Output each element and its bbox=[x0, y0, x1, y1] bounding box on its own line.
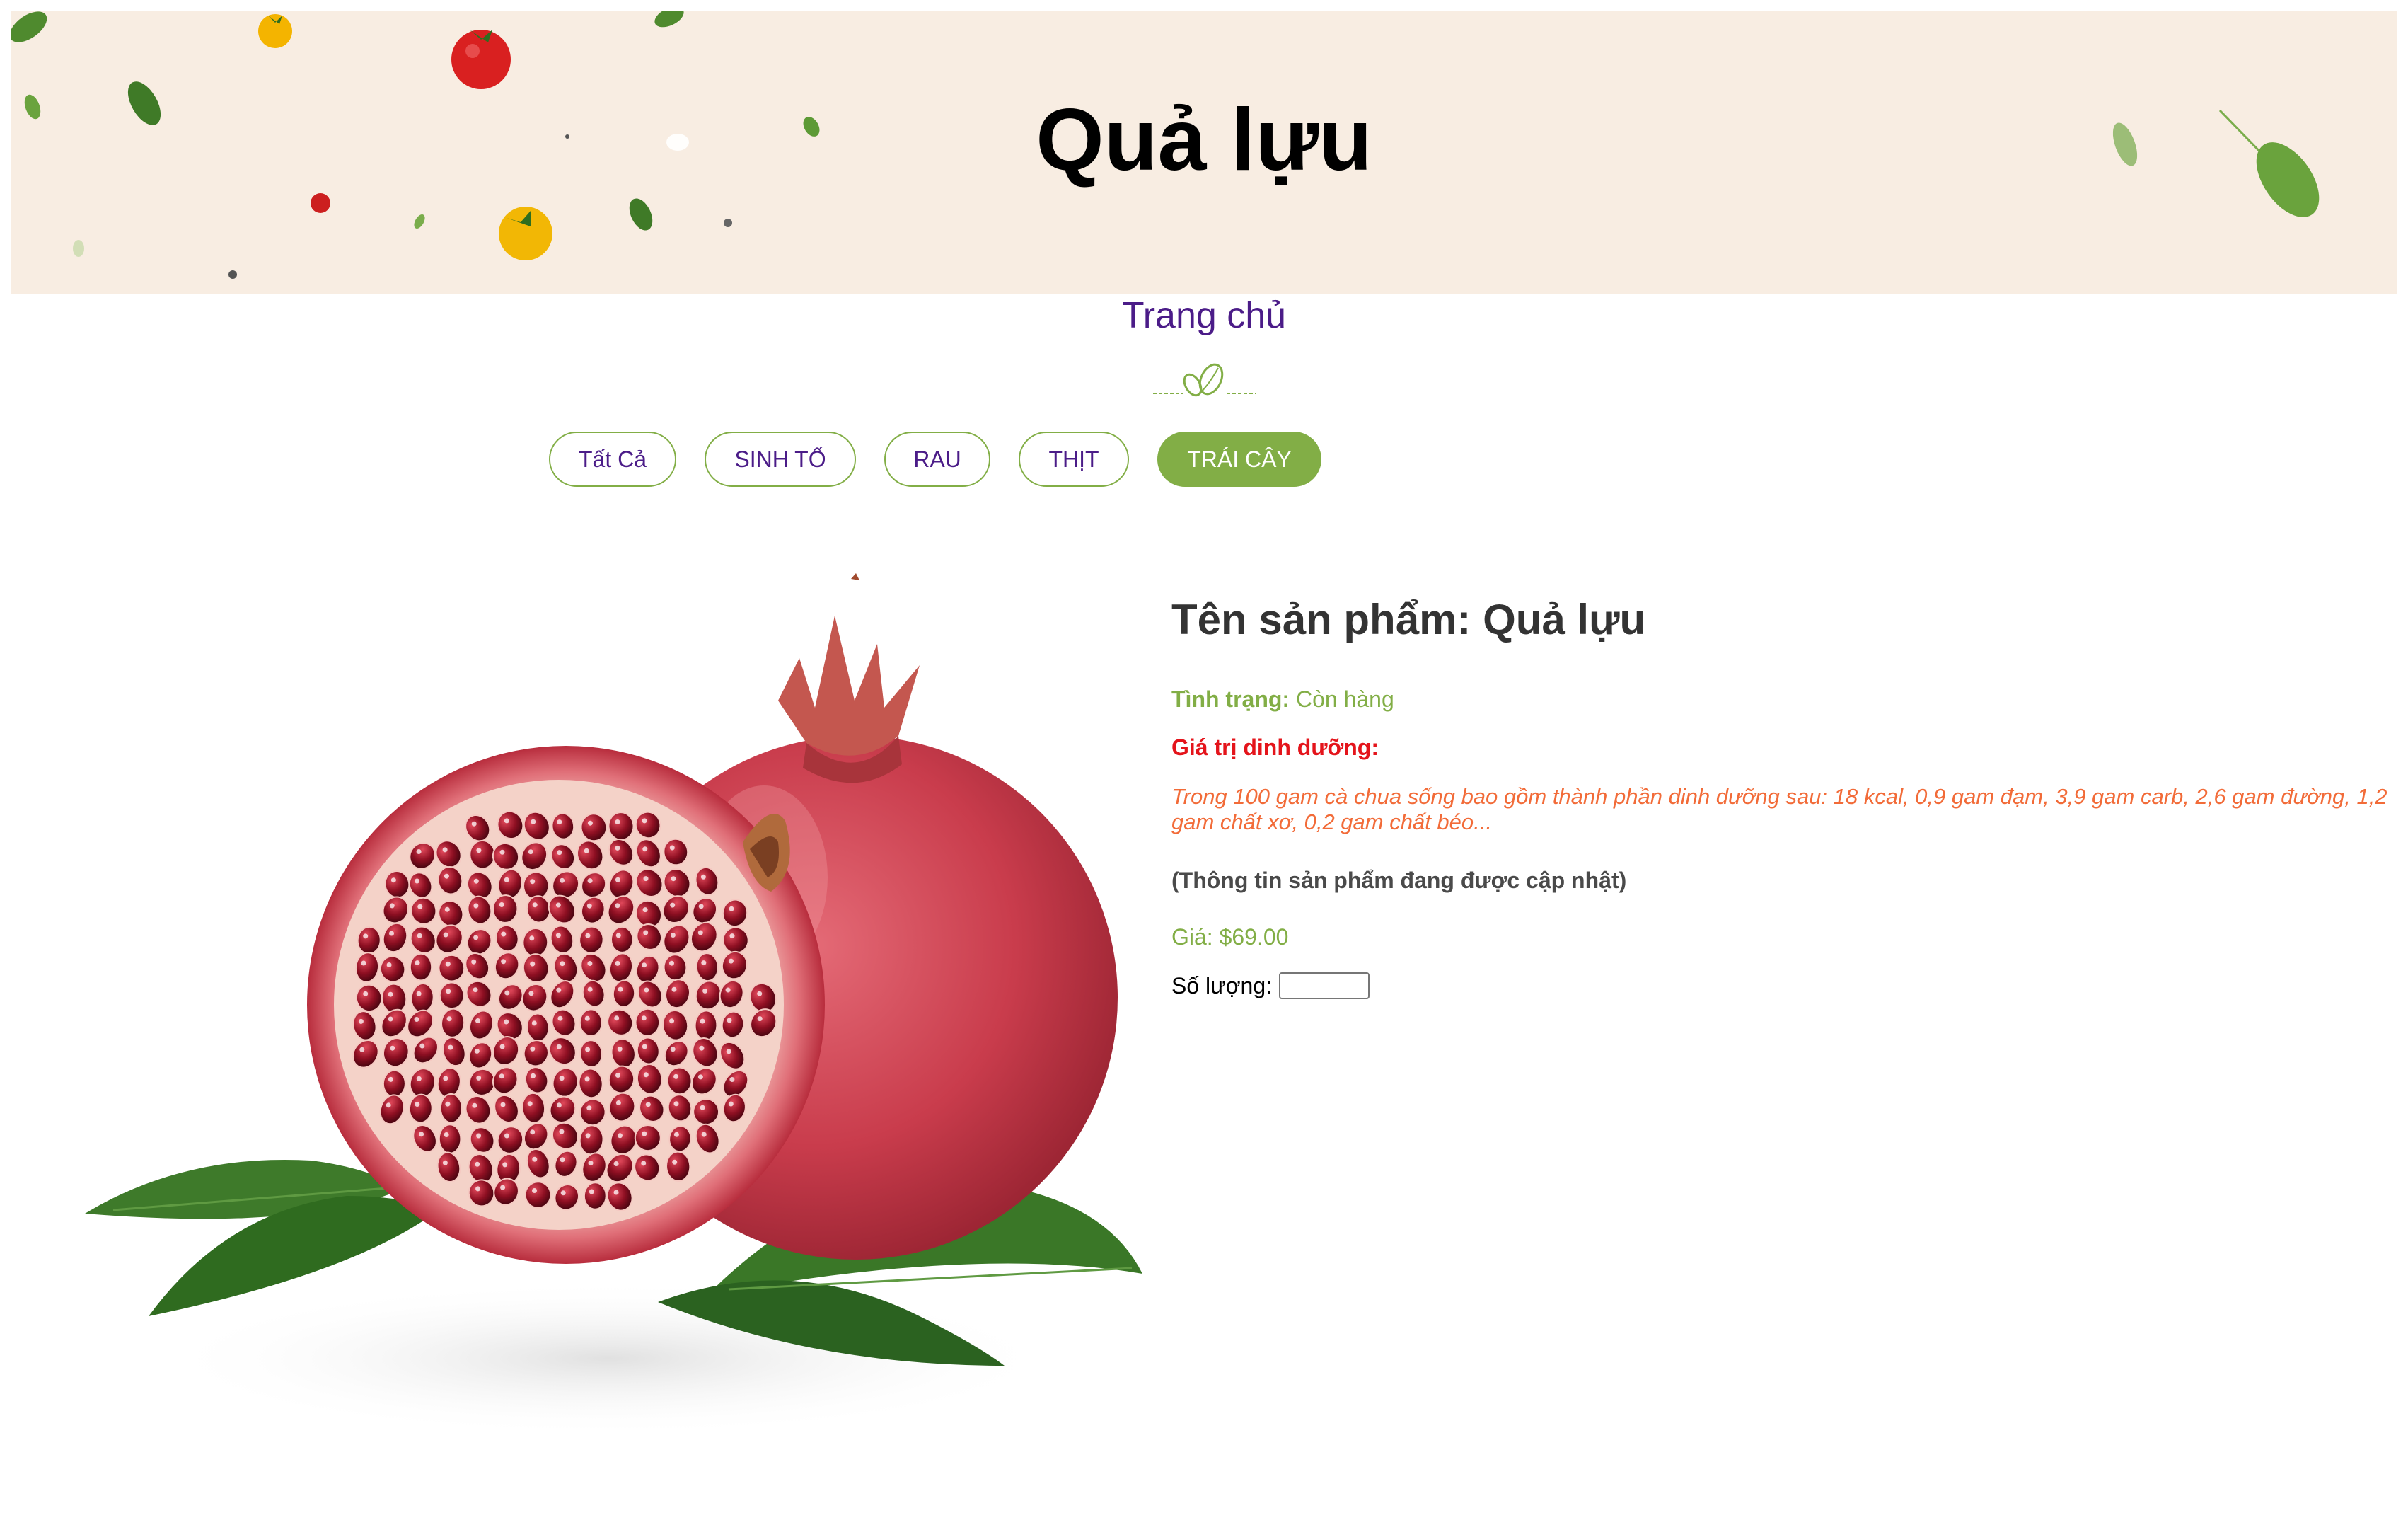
filter-meat-button[interactable]: THỊT bbox=[1019, 432, 1129, 487]
filter-all-button[interactable]: Tất Cả bbox=[549, 432, 676, 487]
product-info: Tên sản phẩm: Quả lựu Tình trạng: Còn hà… bbox=[1171, 594, 2388, 999]
filter-vegetable-button[interactable]: RAU bbox=[884, 432, 990, 487]
stock-status-label: Tình trạng: bbox=[1171, 686, 1290, 712]
update-notice: (Thông tin sản phẩm đang được cập nhật) bbox=[1171, 868, 1627, 893]
nutrition-label: Giá trị dinh dưỡng: bbox=[1171, 735, 1379, 760]
nutrition-description: Trong 100 gam cà chua sống bao gồm thành… bbox=[1171, 784, 2387, 834]
product-price: Giá: $69.00 bbox=[1171, 924, 1289, 950]
stock-status-value: Còn hàng bbox=[1295, 686, 1394, 712]
product-name-heading: Tên sản phẩm: Quả lựu bbox=[1171, 596, 1646, 643]
stock-status: Tình trạng: Còn hàng bbox=[1171, 686, 1394, 713]
quantity-input[interactable] bbox=[1279, 972, 1370, 999]
hero-banner: Quả lựu bbox=[11, 11, 2397, 294]
quantity-row: Số lượng: bbox=[1171, 972, 1370, 999]
page-title: Quả lựu bbox=[1036, 91, 1372, 189]
filter-smoothie-button[interactable]: SINH TỐ bbox=[705, 432, 856, 487]
pomegranate-image bbox=[85, 573, 1142, 1436]
filter-fruit-button[interactable]: TRÁI CÂY bbox=[1157, 432, 1321, 487]
quantity-label: Số lượng: bbox=[1171, 972, 1273, 998]
breadcrumb-home-link[interactable]: Trang chủ bbox=[1122, 295, 1286, 336]
category-filter-bar: Tất Cả SINH TỐ RAU THỊT TRÁI CÂY bbox=[0, 432, 2408, 490]
breadcrumb: Trang chủ bbox=[0, 293, 2408, 338]
leaf-divider-icon bbox=[1153, 363, 1256, 397]
